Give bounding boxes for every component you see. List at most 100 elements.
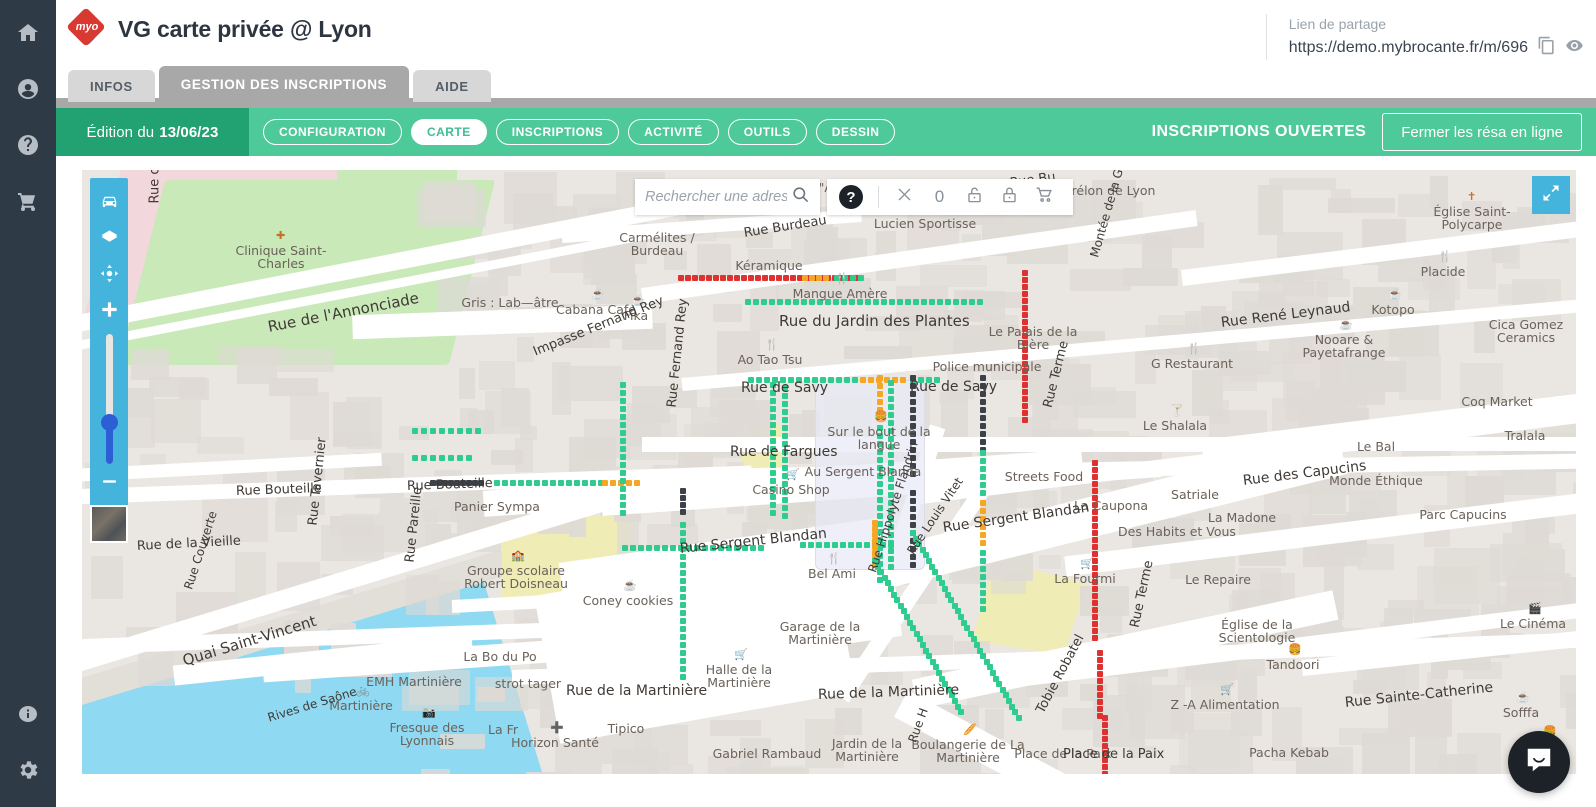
top-header: myo VG carte privée @ Lyon Lien de parta…: [56, 0, 1596, 66]
map-poi-icon: 🏫: [511, 550, 525, 562]
rail-item-account[interactable]: [8, 70, 48, 112]
map-help-button[interactable]: ?: [839, 185, 863, 209]
map-fullscreen-button[interactable]: [1532, 176, 1570, 214]
zoom-out-icon: [100, 472, 119, 496]
map-poi-icon: 🛒: [1080, 558, 1094, 570]
map-poi-icon: 🎬: [1528, 603, 1542, 615]
tool-divider: [878, 186, 879, 208]
edition-prefix: Édition du: [86, 123, 155, 141]
section-toolbar: Édition du 13/06/23 CONFIGURATION CARTE …: [56, 108, 1596, 156]
help-icon: [16, 133, 40, 162]
map-poi-icon: 🍴: [765, 339, 779, 351]
page-title: VG carte privée @ Lyon: [118, 15, 372, 42]
chat-widget-button[interactable]: [1508, 731, 1570, 793]
rail-item-info[interactable]: [8, 695, 48, 737]
pill-carte[interactable]: CARTE: [410, 119, 487, 145]
zoom-slider-knob[interactable]: [100, 414, 118, 431]
rail-item-home[interactable]: [8, 14, 48, 56]
satellite-layer-thumbnail[interactable]: [90, 505, 128, 543]
map-canvas[interactable]: ✚ Clinique Saint-Charles Gris : Lab—âtre ☕ C…: [82, 170, 1576, 774]
zoom-in-icon: [100, 300, 119, 324]
address-search-box[interactable]: [635, 179, 820, 215]
mybrocante-logo-icon: myo: [66, 7, 106, 48]
car-icon: [100, 192, 119, 216]
unlock-icon: [965, 185, 984, 209]
lock-stalls-button[interactable]: [993, 182, 1026, 212]
map-control-layers[interactable]: [90, 222, 128, 258]
app-root: myo VG carte privée @ Lyon Lien de parta…: [0, 0, 1596, 807]
share-url[interactable]: https://demo.mybrocante.fr/m/696: [1289, 39, 1528, 57]
pill-activite[interactable]: ACTIVITÉ: [628, 119, 719, 145]
share-label: Lien de partage: [1288, 16, 1387, 32]
map-control-zoom-in[interactable]: [90, 294, 128, 330]
map-poi-icon: 🚲: [356, 685, 370, 697]
map-poi-icon: 📷: [422, 707, 436, 719]
pill-outils[interactable]: OUTILS: [727, 119, 807, 145]
close-x-icon: [895, 185, 914, 209]
map-poi-icon: ☕: [1339, 319, 1353, 331]
map-poi-icon: ☕: [1516, 692, 1530, 704]
map-poi-icon: ☕: [623, 580, 637, 592]
rail-item-cart[interactable]: [8, 182, 48, 224]
map-poi-icon: 🍔: [874, 411, 888, 423]
close-reservations-button[interactable]: Fermer les résa en ligne: [1382, 113, 1582, 151]
status-badge: INSCRIPTIONS OUVERTES: [1151, 123, 1367, 140]
map-poi-icon: 🍴: [827, 553, 841, 565]
main-tabs: INFOS GESTION DES INSCRIPTIONS AIDE: [68, 66, 491, 102]
fullscreen-icon: [1541, 183, 1561, 208]
map-tools-bar: ? 0: [827, 179, 1073, 215]
map-poi-icon: 🛒: [1220, 684, 1234, 696]
copy-icon[interactable]: [1537, 36, 1556, 60]
eye-icon[interactable]: [1565, 36, 1584, 60]
map-cart-button[interactable]: [1028, 182, 1061, 212]
pill-configuration[interactable]: CONFIGURATION: [263, 119, 402, 145]
zoom-slider[interactable]: [100, 334, 118, 464]
brand: myo VG carte privée @ Lyon: [66, 7, 372, 48]
map-control-zoom-out[interactable]: [90, 466, 128, 502]
map-poi-icon: ☕: [1388, 289, 1402, 301]
map-poi-icon: ✚: [276, 230, 286, 242]
home-icon: [16, 21, 40, 50]
map-control-recenter[interactable]: [90, 258, 128, 294]
map-poi-icon: 🍴: [1438, 251, 1452, 263]
lock-icon: [1000, 185, 1019, 209]
search-input[interactable]: [645, 189, 787, 205]
rail-item-settings[interactable]: [8, 751, 48, 793]
map-viewport[interactable]: ✚ Clinique Saint-Charles Gris : Lab—âtre ☕ C…: [82, 170, 1576, 774]
pill-inscriptions[interactable]: INSCRIPTIONS: [495, 119, 620, 145]
share-link-block: Lien de partage https://demo.mybrocante.…: [1265, 14, 1584, 60]
map-controls-panel: [90, 178, 128, 512]
map-poi-icon: 🛒: [734, 649, 748, 661]
edition-date-block: Édition du 13/06/23: [56, 108, 249, 156]
cart-icon: [16, 189, 40, 218]
unlock-stalls-button[interactable]: [958, 182, 991, 212]
left-rail: [0, 0, 56, 807]
info-icon: [16, 702, 40, 731]
logo-text: myo: [75, 21, 99, 33]
layers-icon: [100, 228, 119, 252]
cart-icon: [1035, 185, 1054, 209]
tab-aide[interactable]: AIDE: [413, 70, 491, 102]
rail-item-help[interactable]: [8, 126, 48, 168]
chat-bubble-icon: [1524, 745, 1554, 780]
toolbar-right-group: INSCRIPTIONS OUVERTES Fermer les résa en…: [1152, 113, 1596, 151]
recenter-icon: [100, 264, 119, 288]
pill-dessin[interactable]: DESSIN: [815, 119, 896, 145]
tab-infos[interactable]: INFOS: [68, 70, 155, 102]
tab-gestion-des-inscriptions[interactable]: GESTION DES INSCRIPTIONS: [158, 66, 410, 102]
search-icon[interactable]: [791, 185, 810, 209]
settings-icon: [16, 758, 40, 787]
share-row: https://demo.mybrocante.fr/m/696: [1289, 36, 1584, 60]
map-poi-icon: 🍸: [1170, 405, 1184, 417]
map-control-traffic[interactable]: [90, 186, 128, 222]
map-poi-icon: 🛒: [786, 469, 800, 481]
map-poi-icon: ☕: [591, 289, 605, 301]
map-poi-icon: 🥖: [963, 724, 977, 736]
rail-bottom-group: [8, 695, 48, 807]
map-poi-icon: ✝: [1467, 191, 1477, 203]
map-poi-icon: ☕: [631, 295, 645, 307]
selection-count: 0: [934, 187, 945, 206]
rail-top-group: [8, 0, 48, 224]
map-poi-icon: 🍴: [1187, 343, 1201, 355]
clear-selection-button[interactable]: [888, 182, 921, 212]
